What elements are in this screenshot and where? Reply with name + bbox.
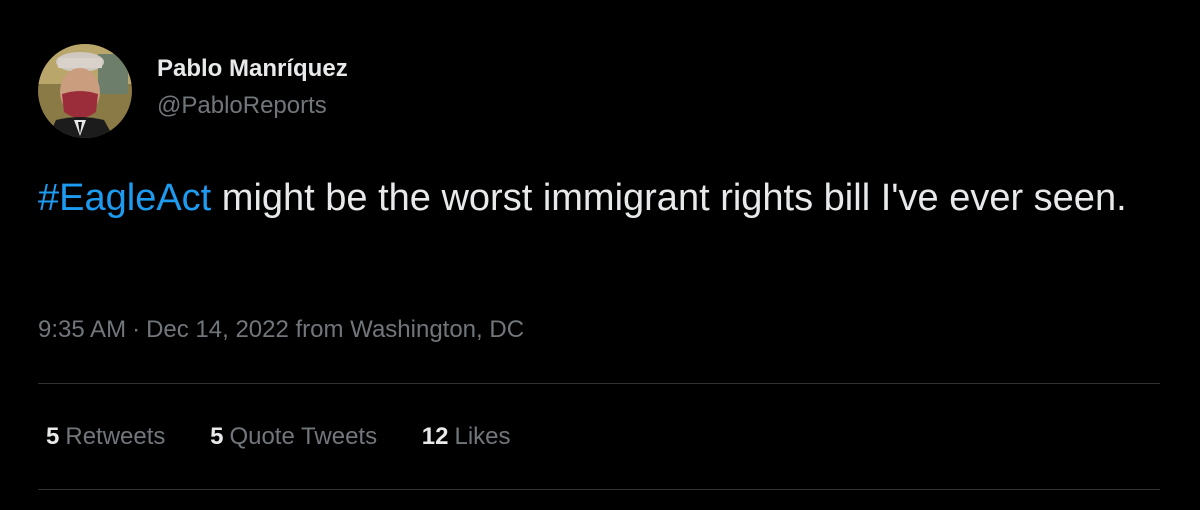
likes-label: Likes (454, 423, 511, 450)
tweet-time[interactable]: 9:35 AM (38, 316, 126, 343)
likes-stat[interactable]: 12 Likes (422, 421, 511, 453)
author-display-name[interactable]: Pablo Manríquez (157, 54, 348, 84)
tweet-text: #EagleAct might be the worst immigrant r… (38, 170, 1168, 226)
retweets-label: Retweets (65, 423, 166, 450)
engagement-stats: 5 Retweets 5 Quote Tweets 12 Likes (46, 421, 549, 453)
meta-separator: · (132, 316, 141, 343)
likes-count: 12 (421, 423, 449, 450)
author-info: Pablo Manríquez @PabloReports (157, 54, 348, 121)
quote-tweets-label: Quote Tweets (229, 423, 378, 450)
tweet-card: Pablo Manríquez @PabloReports #EagleAct … (0, 0, 1200, 510)
quote-tweets-stat[interactable]: 5 Quote Tweets (210, 421, 377, 453)
quote-tweets-count: 5 (210, 423, 224, 450)
divider (38, 489, 1160, 490)
author-avatar[interactable] (38, 44, 132, 138)
tweet-meta: 9:35 AM · Dec 14, 2022 from Washington, DC (38, 314, 524, 346)
tweet-body: might be the worst immigrant rights bill… (211, 177, 1127, 219)
hashtag-link[interactable]: #EagleAct (38, 177, 211, 219)
tweet-source: from Washington, DC (295, 316, 525, 343)
retweets-count: 5 (46, 423, 60, 450)
tweet-date[interactable]: Dec 14, 2022 (146, 316, 289, 343)
retweets-stat[interactable]: 5 Retweets (46, 421, 165, 453)
author-handle[interactable]: @PabloReports (157, 91, 348, 121)
avatar-portrait-image (38, 44, 132, 138)
divider (38, 383, 1160, 384)
